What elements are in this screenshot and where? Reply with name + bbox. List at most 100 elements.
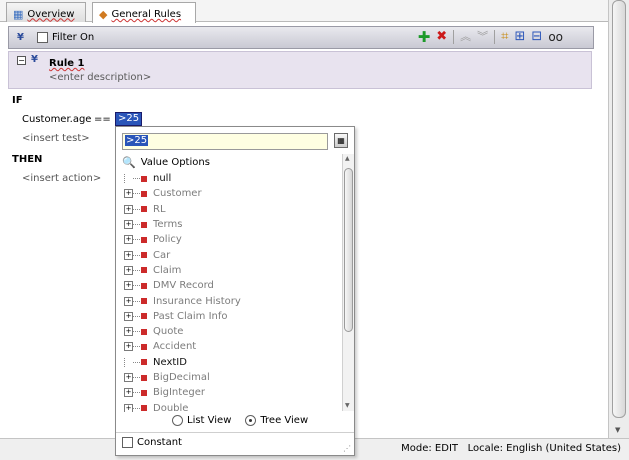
fact-type-icon — [141, 221, 147, 228]
tree-item[interactable]: + Insurance History — [124, 293, 344, 308]
tree-mode-icon[interactable]: ⌗ — [501, 30, 508, 44]
popup-vertical-scrollbar[interactable]: ▲ ▼ — [342, 154, 354, 411]
status-text: Mode: EDIT Locale: English (United State… — [401, 443, 621, 454]
rule-header: − ¥ Rule 1 <enter description> — [8, 51, 592, 89]
expand-node-icon[interactable]: + — [124, 189, 133, 199]
fact-type-icon — [141, 359, 147, 366]
tree-item[interactable]: NextID — [124, 355, 344, 370]
tree-connector — [133, 300, 140, 302]
expand-node-icon[interactable]: + — [124, 311, 133, 321]
tree-item[interactable]: + Claim — [124, 263, 344, 278]
value-options-popup: >25 ▦ 🔍 Value Options null + Customer + RL + T… — [115, 126, 355, 456]
collapse-ruleset-icon[interactable]: ¥ — [17, 32, 31, 43]
constant-option[interactable]: Constant — [122, 437, 182, 448]
condition-value[interactable]: >25 — [115, 112, 143, 126]
expand-node-icon[interactable]: + — [124, 403, 133, 412]
tree-connector — [133, 377, 140, 378]
tree-item-label: BigDecimal — [153, 372, 210, 383]
tab-overview[interactable]: ▦ Overview — [6, 2, 86, 22]
expression-builder-icon[interactable]: ▦ — [334, 133, 348, 148]
expand-node-icon[interactable]: + — [124, 204, 133, 214]
tree-item[interactable]: + Double — [124, 400, 344, 412]
tree-item[interactable]: + Terms — [124, 217, 344, 232]
insert-test-link[interactable]: <insert test> — [22, 133, 90, 144]
tree-connector — [133, 331, 140, 333]
tree-connector — [133, 346, 140, 348]
tree-view-radio[interactable]: Tree View — [245, 415, 308, 426]
insert-action-link[interactable]: <insert action> — [22, 173, 101, 184]
expand-node-icon[interactable]: + — [124, 265, 133, 275]
expand-node-icon[interactable]: + — [124, 373, 133, 382]
tree-view-radio-button[interactable] — [245, 415, 257, 426]
tree-item-label: Car — [153, 249, 171, 261]
list-view-radio-button[interactable] — [172, 415, 183, 426]
tree-item[interactable]: null — [124, 171, 344, 186]
tree-item-label: Customer — [153, 188, 202, 200]
resize-grip-icon[interactable]: ⋰ — [343, 444, 351, 453]
scroll-up-icon[interactable]: ▲ — [345, 155, 350, 162]
constant-checkbox[interactable] — [122, 437, 133, 448]
tree-item-label: DMV Record — [153, 280, 214, 292]
toolbar-separator — [453, 30, 455, 44]
list-view-radio[interactable]: List View — [172, 415, 231, 426]
fact-type-icon — [141, 190, 147, 197]
rule-chevron-icon[interactable]: ¥ — [31, 54, 38, 65]
expand-node-icon[interactable]: + — [124, 281, 133, 291]
expand-node-icon[interactable]: + — [124, 342, 133, 352]
expand-node-icon[interactable]: + — [124, 296, 133, 306]
fact-type-icon — [141, 328, 147, 335]
tab-general-rules[interactable]: ◆ General Rules — [92, 2, 196, 23]
value-input-text: >25 — [125, 135, 149, 146]
tree-connector — [133, 208, 140, 210]
tree-item[interactable]: + Quote — [124, 324, 344, 339]
tree-item[interactable]: + BigDecimal — [124, 370, 344, 385]
constant-label: Constant — [137, 437, 182, 448]
rule-collapse-toggle[interactable]: − — [17, 56, 26, 65]
tree-item[interactable]: + RL — [124, 202, 344, 217]
add-icon[interactable]: ✚ — [418, 30, 431, 45]
tree-item[interactable]: + Policy — [124, 232, 344, 247]
show-details-icon[interactable]: oo — [548, 30, 563, 44]
fact-type-icon — [141, 236, 147, 243]
expand-node-icon[interactable]: + — [124, 327, 133, 337]
status-mode: Mode: EDIT — [401, 443, 459, 454]
condition-lhs[interactable]: Customer.age — [22, 114, 91, 125]
tree-connector — [133, 361, 140, 363]
expand-node-icon[interactable]: + — [124, 220, 133, 230]
tree-connector — [133, 178, 140, 180]
expand-node-icon[interactable]: + — [124, 388, 133, 398]
tree-item[interactable]: + Past Claim Info — [124, 309, 344, 324]
tree-view-label: Tree View — [260, 415, 309, 426]
fact-type-icon — [141, 313, 147, 320]
move-up-icon[interactable]: ︽ — [460, 30, 471, 44]
main-scrollbar-thumb[interactable] — [612, 0, 626, 418]
tree-item[interactable]: + Accident — [124, 339, 344, 354]
filter-on-checkbox[interactable] — [37, 32, 48, 43]
scroll-down-icon[interactable]: ▼ — [345, 402, 350, 409]
tree-item[interactable]: + DMV Record — [124, 278, 344, 293]
if-keyword: IF — [12, 95, 23, 106]
collapse-all-icon[interactable]: ⊟ — [531, 30, 542, 44]
tree-item[interactable]: + Car — [124, 247, 344, 262]
tree-item-label: Insurance History — [153, 295, 241, 307]
rule-name[interactable]: Rule 1 — [49, 58, 84, 69]
rule-description-field[interactable]: <enter description> — [49, 72, 151, 83]
popup-scrollbar-thumb[interactable] — [344, 168, 353, 332]
expand-node-icon[interactable]: + — [124, 250, 133, 260]
expand-node-icon[interactable]: + — [124, 235, 133, 245]
tree-item[interactable]: + Customer — [124, 186, 344, 201]
move-down-icon[interactable]: ︾ — [477, 30, 488, 44]
tree-item-label: Past Claim Info — [153, 310, 228, 322]
fact-type-icon — [141, 267, 147, 274]
tree-connector — [124, 174, 133, 184]
fact-type-icon — [141, 374, 147, 381]
scroll-down-icon[interactable]: ▼ — [615, 426, 620, 434]
main-vertical-scrollbar[interactable]: ▼ — [608, 0, 629, 438]
delete-icon[interactable]: ✖ — [436, 30, 447, 44]
fact-type-icon — [141, 343, 147, 350]
fact-type-icon — [141, 298, 147, 305]
condition-operator[interactable]: == — [94, 114, 111, 125]
tree-item[interactable]: + BigInteger — [124, 385, 344, 400]
expand-all-icon[interactable]: ⊞ — [515, 30, 526, 44]
value-input-field[interactable]: >25 — [122, 133, 328, 150]
